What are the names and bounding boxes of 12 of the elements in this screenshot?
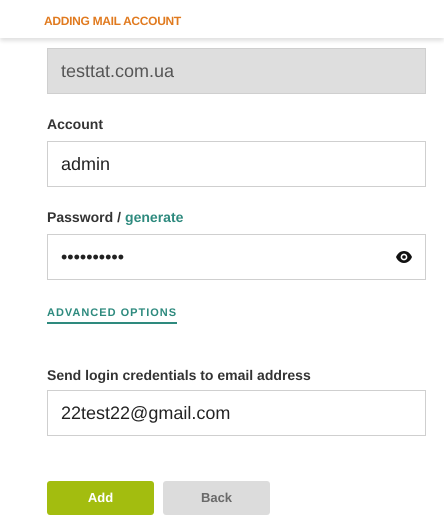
field-label: Password — [47, 208, 114, 227]
account-field[interactable]: admin — [47, 141, 426, 187]
back-button[interactable]: Back — [163, 481, 270, 515]
password-field[interactable]: •••••••••• — [47, 234, 426, 280]
advanced-options-link[interactable]: ADVANCED OPTIONS — [47, 306, 178, 324]
separator: / — [117, 208, 122, 227]
field-label: Account — [47, 115, 104, 134]
eye-icon[interactable] — [396, 251, 412, 263]
field-label: Send login credentials to email address — [47, 366, 312, 385]
page-title: ADDING MAIL ACCOUNT — [44, 14, 181, 28]
generate-link[interactable]: generate — [125, 207, 184, 227]
email-field[interactable]: 22test22@gmail.com — [47, 390, 426, 436]
